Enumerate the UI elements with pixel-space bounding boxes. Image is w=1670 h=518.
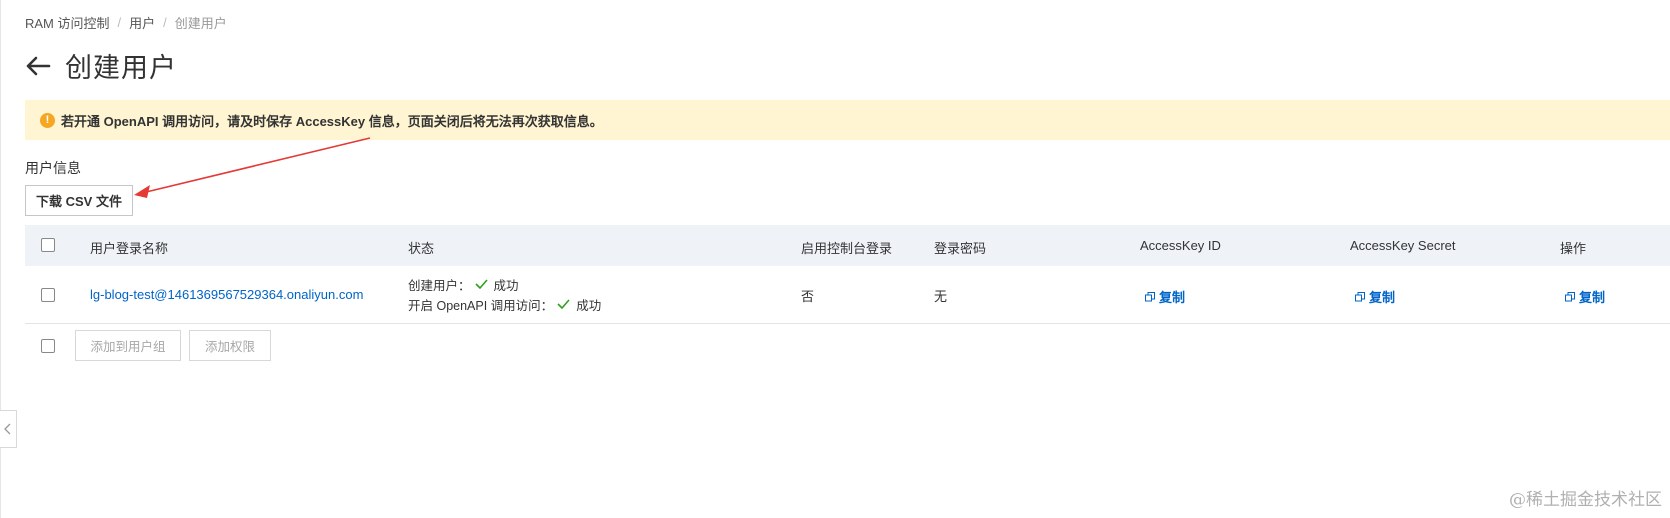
row-checkbox[interactable] [41,288,55,302]
check-icon [474,279,488,289]
copy-icon [1355,291,1365,301]
breadcrumb-users[interactable]: 用户 [129,13,155,32]
copy-accesskey-id-label: 复制 [1159,290,1186,305]
title-row: 创建用户 [25,46,177,85]
check-icon [557,299,570,309]
sidebar-collapse-toggle[interactable] [0,410,17,448]
copy-accesskey-secret-label: 复制 [1369,290,1396,305]
status-openapi: 开启 OpenAPI 调用访问： 成功 [408,294,601,314]
warning-banner: ! 若开通 OpenAPI 调用访问，请及时保存 AccessKey 信息，页面… [25,100,1670,140]
status-api-label: 开启 OpenAPI 调用访问： [408,298,554,313]
select-all-checkbox[interactable] [41,238,55,252]
breadcrumb-separator: / [117,15,122,30]
console-login-value: 否 [801,289,815,304]
header-login-name: 用户登录名称 [90,241,169,256]
status-create-value: 成功 [493,278,519,293]
breadcrumb-separator: / [163,15,167,30]
user-table: 用户登录名称 状态 启用控制台登录 登录密码 AccessKey ID Acce… [25,225,1670,324]
status-create-user: 创建用户： 成功 [408,274,601,294]
table-row: lg-blog-test@1461369567529364.onaliyun.c… [25,266,1670,324]
copy-action-label: 复制 [1579,290,1606,305]
copy-accesskey-id-link[interactable]: 复制 [1145,287,1185,306]
header-password: 登录密码 [934,241,987,256]
header-accesskey-secret: AccessKey Secret [1350,238,1456,253]
status-create-label: 创建用户： [408,278,471,293]
header-status: 状态 [408,241,435,256]
page-title: 创建用户 [65,53,177,83]
exclamation-circle-icon: ! [40,112,55,128]
copy-icon [1565,291,1575,301]
watermark: @稀土掘金技术社区 [1509,490,1662,510]
batch-actions: 添加到用户组 添加权限 [25,330,425,361]
copy-accesskey-secret-link[interactable]: 复制 [1355,287,1395,306]
chevron-left-icon [4,423,11,435]
arrow-left-icon[interactable] [25,52,53,80]
add-to-group-button[interactable]: 添加到用户组 [75,330,181,361]
header-action: 操作 [1560,241,1587,256]
add-permission-button[interactable]: 添加权限 [189,330,271,361]
breadcrumb-ram[interactable]: RAM 访问控制 [25,13,110,32]
copy-action-link[interactable]: 复制 [1565,287,1605,306]
batch-select-checkbox[interactable] [41,339,55,353]
section-label: 用户信息 [25,160,81,176]
password-value: 无 [934,289,948,304]
header-accesskey-id: AccessKey ID [1140,238,1221,253]
user-login-name-link[interactable]: lg-blog-test@1461369567529364.onaliyun.c… [90,287,363,302]
warning-text: 若开通 OpenAPI 调用访问，请及时保存 AccessKey 信息，页面关闭… [61,113,603,129]
breadcrumb: RAM 访问控制 / 用户 / 创建用户 [25,13,227,32]
table-header: 用户登录名称 状态 启用控制台登录 登录密码 AccessKey ID Acce… [25,225,1670,266]
header-console-login: 启用控制台登录 [801,241,893,256]
status-api-value: 成功 [576,298,602,313]
copy-icon [1145,291,1155,301]
download-csv-button[interactable]: 下载 CSV 文件 [25,185,133,216]
status-cell: 创建用户： 成功 开启 OpenAPI 调用访问： 成功 [408,274,601,314]
breadcrumb-create-user: 创建用户 [174,16,227,31]
